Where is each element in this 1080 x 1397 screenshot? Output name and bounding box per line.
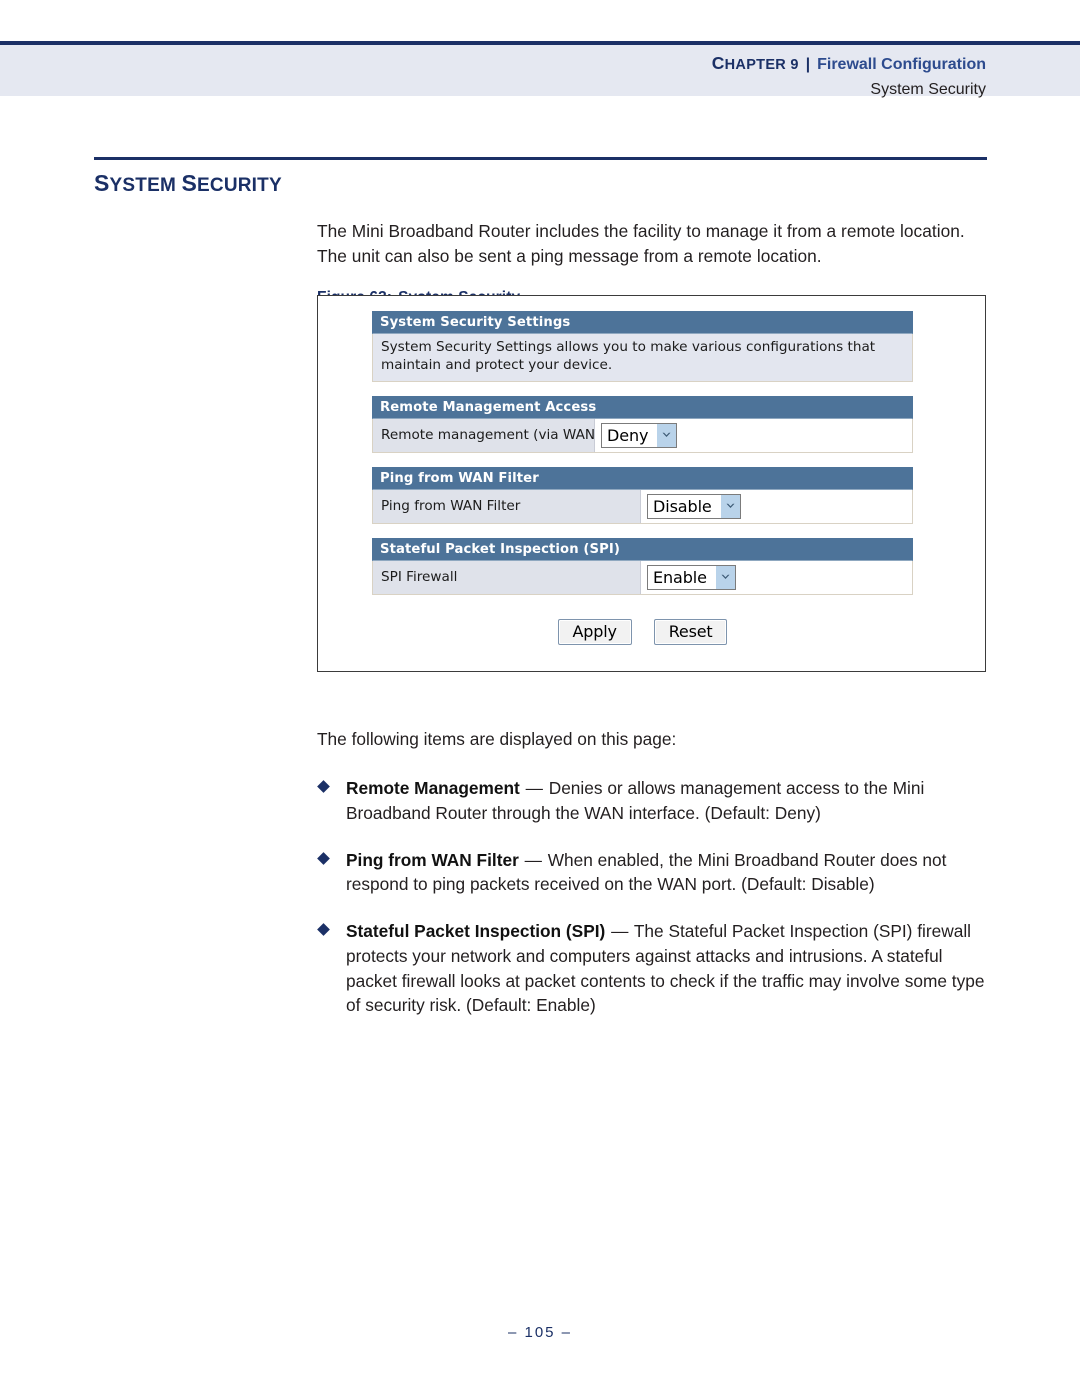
bullet-dash: — (524, 849, 542, 870)
row-label-ping-from-wan-filter: Ping from WAN Filter (373, 489, 641, 523)
panel-ping-from-wan-filter: Ping from WAN Filter Ping from WAN Filte… (372, 466, 913, 524)
list-item: Ping from WAN Filter — When enabled, the… (317, 848, 989, 897)
bullet-list: Remote Management — Denies or allows man… (317, 776, 989, 1018)
remote-management-select[interactable]: Deny (601, 422, 678, 448)
spi-firewall-select[interactable]: Enable (647, 564, 736, 590)
chapter-title: Firewall Configuration (817, 56, 986, 73)
panel-header-remote-management-access: Remote Management Access (372, 395, 913, 419)
row-value-ping-from-wan-filter: Disable (641, 489, 912, 523)
panel-stateful-packet-inspection: Stateful Packet Inspection (SPI) SPI Fir… (372, 537, 913, 595)
chevron-down-icon[interactable] (656, 423, 677, 447)
panel-system-security-settings: System Security Settings System Security… (372, 311, 913, 382)
intro-paragraph: The Mini Broadband Router includes the f… (317, 221, 965, 267)
figure-screenshot-frame: System Security Settings System Security… (317, 295, 986, 672)
row-label-spi-firewall: SPI Firewall (373, 560, 641, 594)
bullet-term: Ping from WAN Filter (346, 849, 519, 870)
panel-header-system-security-settings: System Security Settings (372, 311, 913, 334)
row-value-remote-management: Deny (595, 418, 912, 452)
chapter-label: CHAPTER 9 (711, 53, 799, 73)
page-number-footer: – 105 – (507, 1324, 573, 1341)
ping-from-wan-filter-select-value: Disable (653, 496, 712, 516)
intro-block: The Mini Broadband Router includes the f… (317, 202, 987, 307)
running-header-text: CHAPTER 9 | Firewall Configuration System … (712, 51, 986, 102)
bullet-term: Stateful Packet Inspection (SPI) (346, 921, 606, 942)
spi-firewall-select-value: Enable (653, 567, 707, 587)
running-header-line-1: CHAPTER 9 | Firewall Configuration (712, 51, 986, 77)
panel-header-stateful-packet-inspection: Stateful Packet Inspection (SPI) (372, 537, 913, 561)
ping-from-wan-filter-select[interactable]: Disable (647, 493, 741, 519)
router-admin-ui: System Security Settings System Security… (372, 311, 913, 645)
diamond-bullet-icon (317, 780, 330, 794)
chevron-down-icon[interactable] (714, 565, 735, 589)
panel-description-text: System Security Settings allows you to m… (372, 334, 913, 382)
description-block: The following items are displayed on thi… (317, 710, 989, 1040)
page-title: SYSTEM SECURITY (94, 170, 282, 196)
remote-management-select-value: Deny (607, 425, 649, 445)
panel-remote-management-access: Remote Management Access Remote manageme… (372, 395, 913, 453)
page-running-header: CHAPTER 9 | Firewall Configuration System … (0, 41, 1080, 98)
table-row: SPI Firewall Enable (372, 560, 913, 595)
header-subtitle: System Security (870, 80, 986, 98)
table-row: Ping from WAN Filter Disable (372, 489, 913, 524)
form-action-buttons: Apply Reset (372, 618, 913, 645)
diamond-bullet-icon (317, 851, 330, 865)
row-label-remote-management: Remote management (via WAN) (373, 418, 600, 452)
chevron-down-icon[interactable] (719, 494, 740, 518)
apply-button[interactable]: Apply (557, 618, 632, 645)
bullet-term: Remote Management (346, 778, 520, 799)
panel-header-ping-from-wan-filter: Ping from WAN Filter (372, 466, 913, 490)
diamond-bullet-icon (317, 923, 330, 937)
bullet-dash: — (525, 778, 543, 799)
bullet-dash: — (611, 921, 629, 942)
reset-button[interactable]: Reset (653, 618, 728, 645)
table-row: Remote management (via WAN) Deny (372, 418, 913, 453)
list-item: Remote Management — Denies or allows man… (317, 776, 989, 825)
lead-line: The following items are displayed on thi… (317, 729, 677, 750)
list-item: Stateful Packet Inspection (SPI) — The S… (317, 919, 989, 1018)
row-value-spi-firewall: Enable (641, 560, 912, 594)
header-separator: | (805, 56, 811, 73)
section-divider-rule (94, 157, 987, 160)
